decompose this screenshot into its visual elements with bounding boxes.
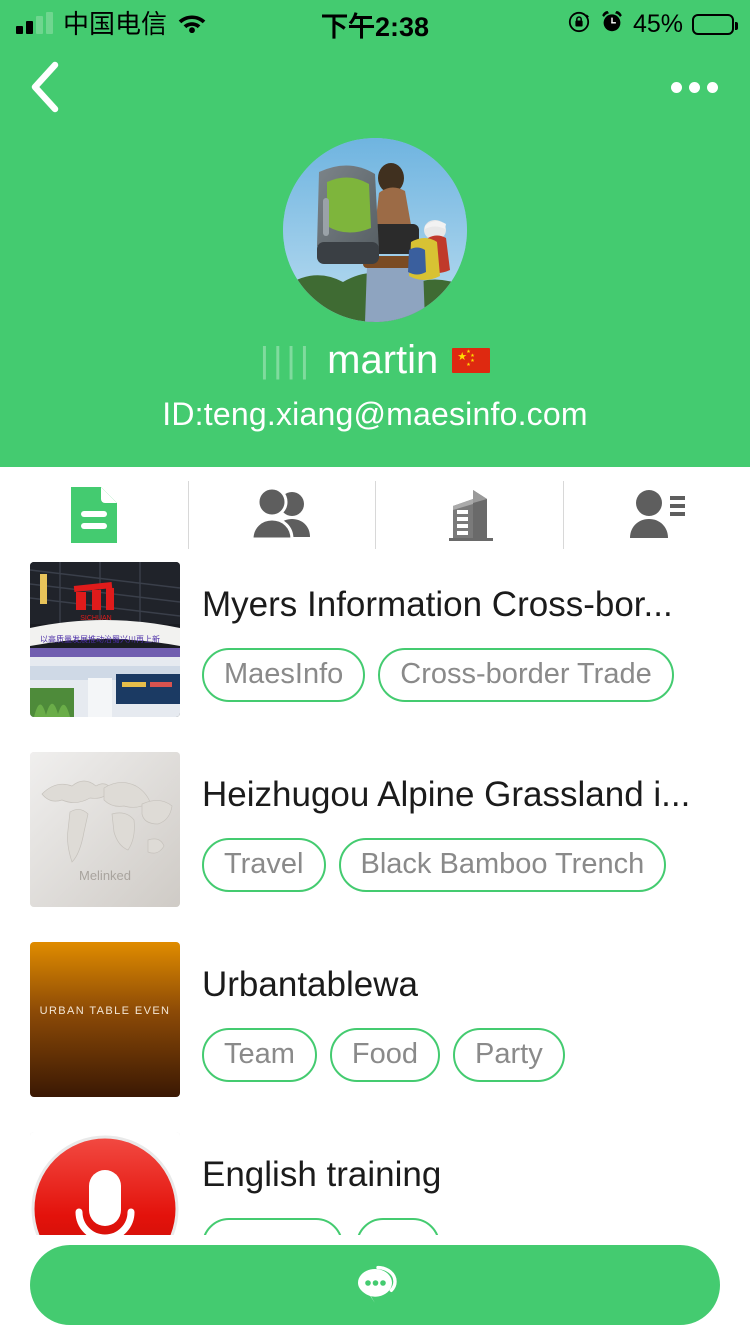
profile-id: ID:teng.xiang@maesinfo.com	[162, 396, 588, 432]
tag[interactable]: Black Bamboo Trench	[338, 838, 667, 893]
svg-text:Melinked: Melinked	[79, 868, 131, 883]
status-bar-left: 中国电信	[16, 11, 207, 38]
list-item-title: Myers Information Cross-bor...	[202, 585, 673, 624]
more-dot	[689, 81, 700, 93]
profile-name-row: |||| martin ★ ★ ★ ★ ★	[260, 338, 491, 382]
list-item-title: English training	[202, 1155, 442, 1194]
list-item-body: Heizhugou Alpine Grassland i... Travel B…	[180, 752, 728, 893]
list-item-title: Urbantablewa	[202, 965, 418, 1004]
content-list[interactable]: SICHUAN 以高质量发展推动治蜀兴川再上新 Myers Informatio…	[0, 553, 750, 1334]
battery-icon	[692, 13, 738, 35]
tag[interactable]: Team	[202, 1028, 317, 1083]
nav-bar	[0, 48, 750, 126]
more-dot	[671, 81, 682, 93]
list-item-body: Myers Information Cross-bor... MaesInfo …	[180, 562, 728, 703]
tag[interactable]: MaesInfo	[202, 648, 366, 703]
floating-action-bar	[0, 1235, 750, 1334]
list-item[interactable]: SICHUAN 以高质量发展推动治蜀兴川再上新 Myers Informatio…	[0, 553, 750, 743]
avatar[interactable]	[283, 138, 467, 322]
name-prefix-glyphs: ||||	[259, 339, 314, 380]
carrier-label: 中国电信	[63, 9, 168, 39]
back-button[interactable]	[28, 60, 82, 114]
tag[interactable]: Travel	[202, 838, 326, 893]
china-flag-icon: ★ ★ ★ ★ ★	[452, 347, 491, 373]
thumb-caption-text: URBAN TABLE EVEN	[40, 1005, 171, 1017]
list-item-thumbnail: URBAN TABLE EVEN	[30, 942, 180, 1097]
list-item-tags: Team Food Party	[202, 1028, 728, 1083]
list-item[interactable]: URBAN TABLE EVEN Urbantablewa Team Food …	[0, 933, 750, 1123]
person-list-icon	[630, 490, 686, 538]
people-icon	[250, 487, 311, 541]
building-icon	[448, 490, 493, 541]
document-icon	[70, 487, 117, 543]
tab-groups[interactable]	[187, 467, 376, 563]
list-item[interactable]: Melinked Heizhugou Alpine Grassland i...…	[0, 743, 750, 933]
chat-button[interactable]	[30, 1244, 720, 1325]
profile-header: |||| martin ★ ★ ★ ★ ★ ID:teng.xiang@maes…	[0, 126, 750, 467]
tag[interactable]: Food	[329, 1028, 441, 1083]
status-bar-right: 45%	[567, 9, 738, 39]
signal-bars-icon	[16, 12, 53, 34]
melinked-world-map-placeholder: Melinked	[30, 752, 180, 907]
list-item-tags: Travel Black Bamboo Trench	[202, 838, 728, 893]
tab-bar	[0, 467, 750, 564]
tag[interactable]: Cross-border Trade	[378, 648, 674, 703]
tag[interactable]: Party	[453, 1028, 565, 1083]
profile-name: martin	[327, 338, 439, 382]
more-dot	[707, 81, 718, 93]
exhibition-hall-photo: SICHUAN 以高质量发展推动治蜀兴川再上新	[30, 562, 180, 717]
urban-table-event-poster: URBAN TABLE EVEN	[30, 942, 180, 1097]
status-bar-clock: 下午2:38	[320, 11, 430, 42]
tab-documents[interactable]	[0, 467, 188, 563]
status-bar: 中国电信 下午2:38 45%	[0, 0, 750, 48]
wifi-icon	[177, 11, 207, 38]
list-item-title: Heizhugou Alpine Grassland i...	[202, 775, 691, 814]
svg-text:以高质量发展推动治蜀兴川再上新: 以高质量发展推动治蜀兴川再上新	[40, 634, 160, 644]
back-chevron-icon	[31, 61, 59, 113]
list-item-tags: MaesInfo Cross-border Trade	[202, 648, 728, 703]
rotation-lock-icon	[567, 10, 591, 39]
app-root: 中国电信 下午2:38 45% |||| martin ★ ★ ★ ★ ★ ID…	[0, 0, 750, 1334]
battery-percent-label: 45%	[632, 9, 683, 38]
list-item-thumbnail: SICHUAN 以高质量发展推动治蜀兴川再上新	[30, 562, 180, 717]
list-item-thumbnail: Melinked	[30, 752, 180, 907]
tab-contacts[interactable]	[562, 467, 750, 563]
chat-bubble-icon	[358, 1265, 397, 1303]
user-avatar-hikers	[283, 138, 467, 322]
list-item-body: Urbantablewa Team Food Party	[180, 942, 728, 1083]
more-options-button[interactable]	[667, 70, 722, 105]
tab-company[interactable]	[375, 467, 563, 563]
alarm-clock-icon	[600, 9, 624, 39]
